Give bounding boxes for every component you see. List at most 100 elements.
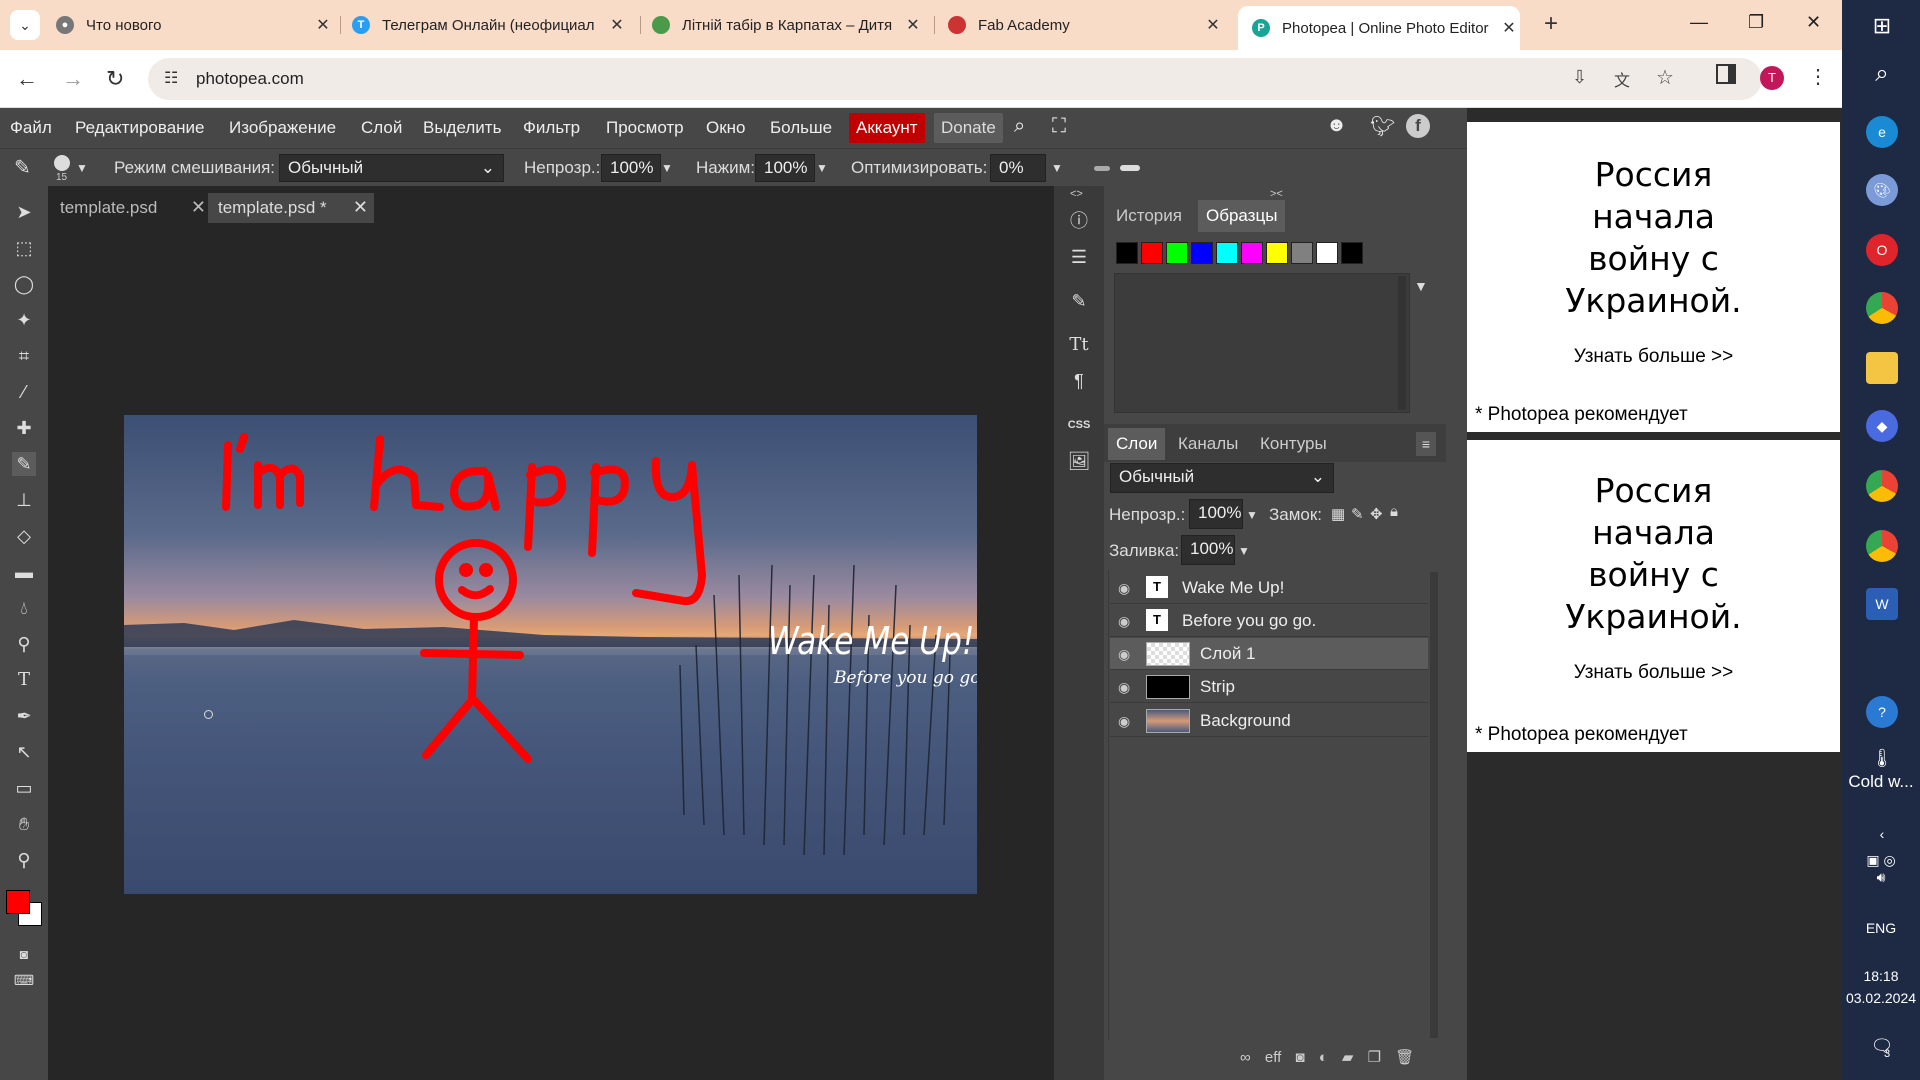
quick-mask-icon[interactable]: ◙	[12, 942, 36, 966]
layer-row[interactable]: ◉ Background	[1110, 705, 1428, 737]
shape-tool-icon[interactable]: ▭	[12, 776, 36, 800]
lock-all-icon[interactable]: 🔒︎	[1390, 503, 1398, 520]
browser-tab[interactable]: Літній табір в Карпатах – Дитя ✕	[652, 8, 924, 42]
tab-history[interactable]: История	[1108, 200, 1190, 232]
visibility-eye-icon[interactable]: ◉	[1118, 646, 1130, 663]
move-tool-icon[interactable]: ➤	[12, 200, 36, 224]
opacity-input[interactable]: 100%	[601, 154, 661, 182]
color-swatch[interactable]	[1241, 242, 1263, 264]
tab-list-dropdown[interactable]: ⌄	[10, 10, 40, 40]
bookmark-star-icon[interactable]: ☆	[1656, 65, 1674, 90]
clock-time[interactable]: 18:18	[1842, 968, 1920, 984]
swatch-menu-icon[interactable]: ▼	[1414, 278, 1428, 294]
color-swatch[interactable]	[1191, 242, 1213, 264]
forward-icon[interactable]: →	[62, 66, 84, 92]
file-explorer-icon[interactable]	[1866, 352, 1898, 384]
optimize-input[interactable]: 0%	[990, 154, 1046, 182]
expand-collapse-icon[interactable]: <>	[1070, 188, 1083, 200]
adjustment-layer-icon[interactable]: ◐	[1319, 1049, 1328, 1066]
profile-avatar[interactable]: T	[1760, 66, 1784, 90]
language-indicator[interactable]: ENG	[1842, 920, 1920, 936]
paint-icon[interactable]: 🎨︎	[1866, 174, 1898, 206]
system-tray-icons[interactable]: ▣ ◎ 🔊︎	[1842, 852, 1920, 886]
brush-tool-icon[interactable]: ✎	[12, 452, 36, 476]
pen-tool-icon[interactable]: ✒	[12, 704, 36, 728]
lock-transparency-icon[interactable]: ▦	[1331, 505, 1345, 523]
gradient-tool-icon[interactable]: ▬	[12, 560, 36, 584]
opera-icon[interactable]: O	[1866, 234, 1898, 266]
keyboard-icon[interactable]: ⌨	[12, 968, 36, 992]
menu-filter[interactable]: Фильтр	[523, 118, 580, 138]
menu-layer[interactable]: Слой	[361, 118, 402, 138]
pressure-opacity-toggle[interactable]	[1094, 166, 1110, 171]
close-document-icon[interactable]: ✕	[191, 197, 206, 218]
close-tab-icon[interactable]: ✕	[1498, 18, 1520, 38]
browser-tab-active[interactable]: P Photopea | Online Photo Editor ✕	[1238, 6, 1520, 50]
lock-pixels-icon[interactable]: ✎	[1351, 505, 1364, 523]
blend-mode-select[interactable]: Обычный ⌄	[279, 154, 504, 182]
menu-edit[interactable]: Редактирование	[75, 118, 205, 138]
copilot-icon[interactable]: ◆	[1866, 410, 1898, 442]
text-tool-icon[interactable]: T	[12, 668, 36, 692]
delete-layer-icon[interactable]: 🗑︎	[1395, 1049, 1414, 1066]
ad-banner[interactable]: Россия начала войну с Украиной. Узнать б…	[1467, 440, 1840, 752]
weather-text[interactable]: Cold w...	[1842, 772, 1920, 792]
tab-paths[interactable]: Контуры	[1252, 428, 1335, 460]
help-icon[interactable]: ?	[1866, 696, 1898, 728]
visibility-eye-icon[interactable]: ◉	[1118, 713, 1130, 730]
color-swatch[interactable]	[1291, 242, 1313, 264]
close-tab-icon[interactable]: ✕	[606, 15, 628, 35]
notifications-icon[interactable]: 🗨︎	[1866, 1030, 1898, 1062]
dodge-tool-icon[interactable]: ⚲	[12, 632, 36, 656]
chevron-down-icon[interactable]: ▼	[1051, 161, 1063, 175]
marquee-tool-icon[interactable]: ⬚	[12, 236, 36, 260]
chrome-icon[interactable]	[1866, 292, 1898, 324]
lock-position-icon[interactable]: ✥	[1370, 505, 1383, 523]
brush-preset-picker[interactable]	[54, 155, 70, 171]
layer-row[interactable]: ◉ Strip	[1110, 671, 1428, 703]
back-icon[interactable]: ←	[16, 66, 38, 92]
account-button[interactable]: Аккаунт	[849, 113, 925, 143]
image-icon[interactable]: 🖼︎	[1062, 446, 1096, 476]
pressure-input[interactable]: 100%	[755, 154, 815, 182]
fill-input[interactable]: 100%	[1181, 535, 1235, 565]
path-select-icon[interactable]: ↖	[12, 740, 36, 764]
color-swatch[interactable]	[1216, 242, 1238, 264]
layer-row-selected[interactable]: ◉ Слой 1	[1110, 638, 1428, 670]
lasso-tool-icon[interactable]: ◯	[12, 272, 36, 296]
new-group-icon[interactable]: ▰	[1342, 1049, 1354, 1066]
reddit-icon[interactable]: ☻	[1326, 114, 1347, 137]
close-tab-icon[interactable]: ✕	[312, 15, 334, 35]
close-document-icon[interactable]: ✕	[353, 197, 368, 218]
layers-menu-icon[interactable]: ≡	[1416, 432, 1436, 456]
adjustments-icon[interactable]: ☰	[1062, 242, 1096, 272]
search-icon[interactable]: ⌕	[1866, 58, 1898, 90]
color-swatch[interactable]	[1116, 242, 1138, 264]
menu-file[interactable]: Файл	[10, 118, 52, 138]
brush-tool-icon[interactable]: ✎	[14, 155, 31, 180]
ad-link[interactable]: Узнать больше >>	[1467, 346, 1840, 368]
css-icon[interactable]: CSS	[1062, 410, 1096, 440]
visibility-eye-icon[interactable]: ◉	[1118, 613, 1130, 630]
color-swatch[interactable]	[1316, 242, 1338, 264]
swatch-scrollbar[interactable]	[1398, 276, 1406, 410]
chevron-down-icon[interactable]: ▼	[76, 161, 88, 175]
new-tab-button[interactable]: +	[1544, 10, 1558, 38]
collapse-panel-icon[interactable]: ><	[1270, 188, 1283, 200]
crop-tool-icon[interactable]: ⌗	[12, 344, 36, 368]
color-swatch[interactable]	[1341, 242, 1363, 264]
close-tab-icon[interactable]: ✕	[902, 15, 924, 35]
restore-icon[interactable]: ❐	[1748, 12, 1764, 33]
info-icon[interactable]: ⓘ	[1062, 206, 1096, 236]
healing-brush-icon[interactable]: ✚	[12, 416, 36, 440]
browser-tab[interactable]: T Телеграм Онлайн (неофициал ✕	[352, 8, 628, 42]
tab-swatches[interactable]: Образцы	[1198, 200, 1286, 232]
facebook-icon[interactable]: f	[1406, 114, 1430, 138]
foreground-color-swatch[interactable]	[6, 890, 30, 914]
eraser-tool-icon[interactable]: ◇	[12, 524, 36, 548]
blur-tool-icon[interactable]: 💧︎	[12, 596, 36, 620]
minimize-icon[interactable]: —	[1690, 12, 1708, 33]
layer-row[interactable]: ◉ T Wake Me Up!	[1110, 572, 1428, 604]
chevron-down-icon[interactable]: ▼	[661, 161, 673, 175]
ad-banner[interactable]: Россия начала войну с Украиной. Узнать б…	[1467, 122, 1840, 432]
